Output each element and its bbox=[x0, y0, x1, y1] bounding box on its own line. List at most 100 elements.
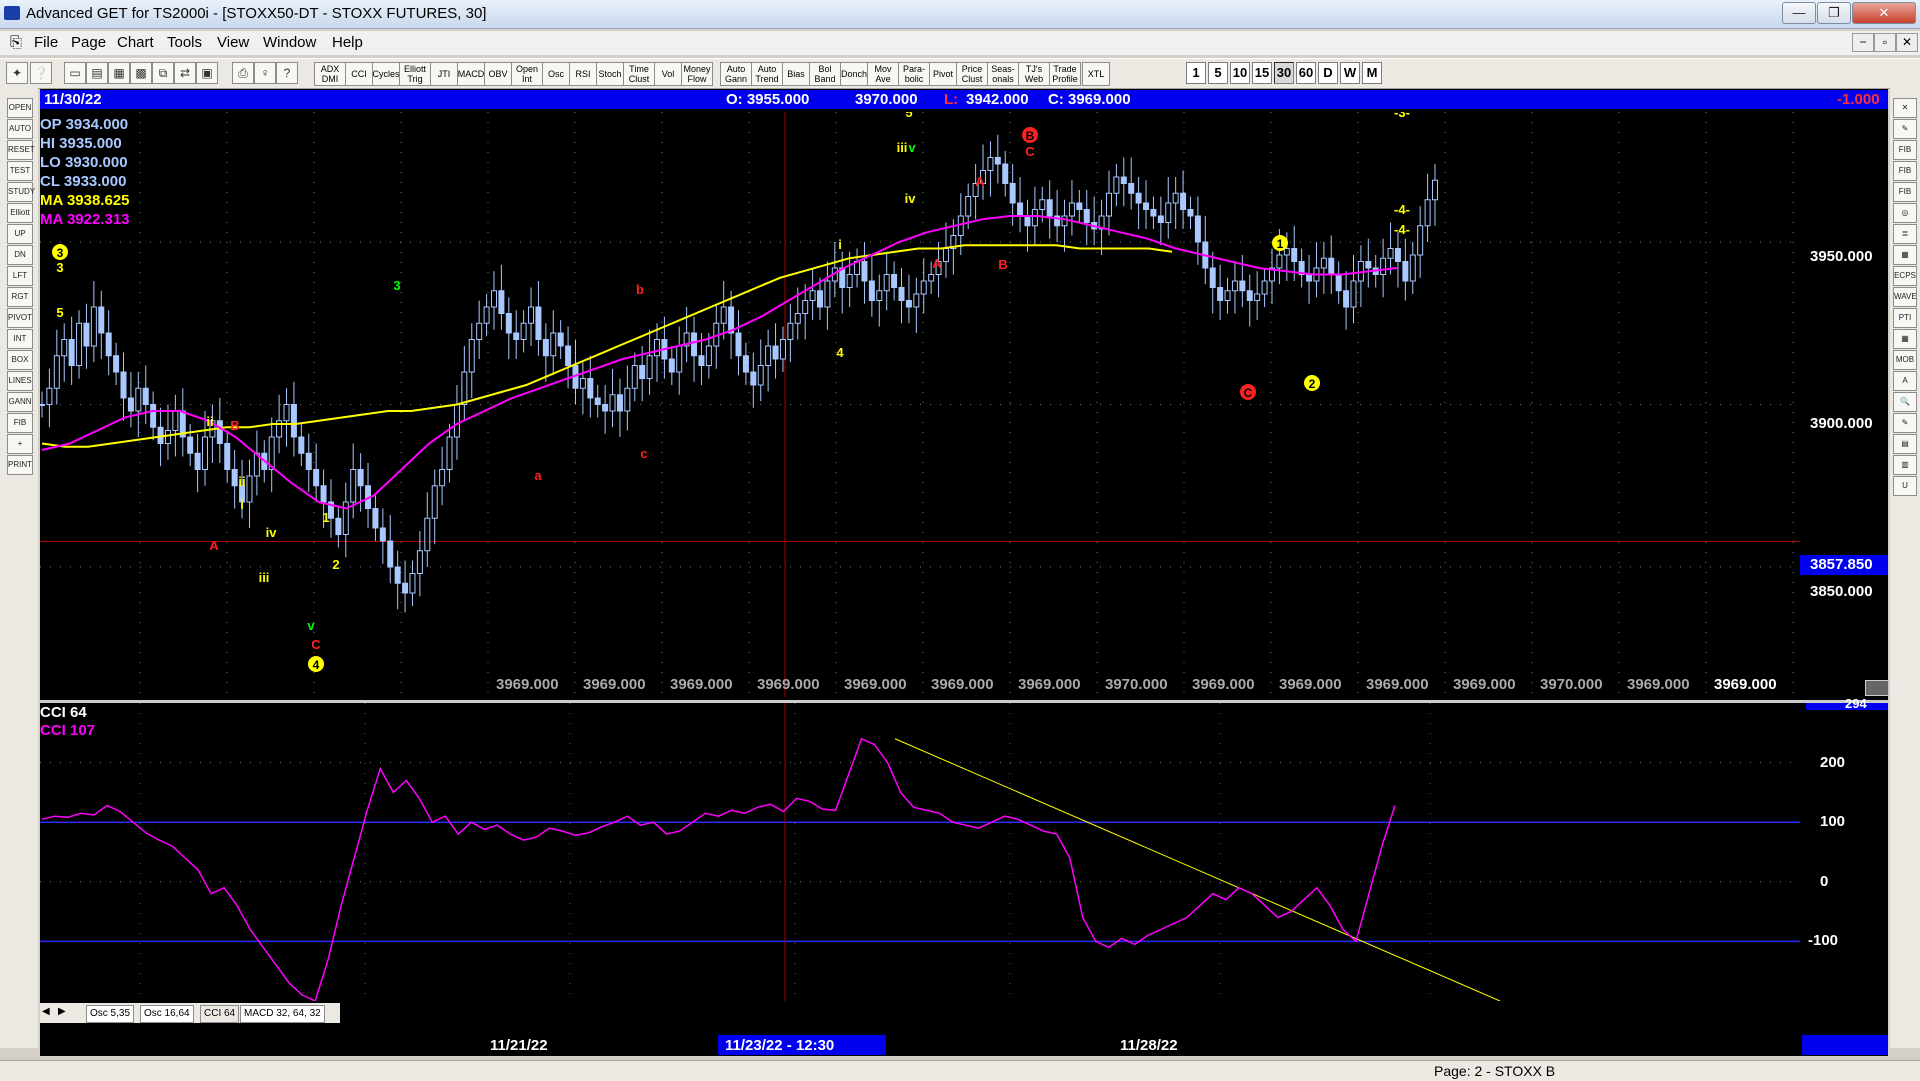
timeframe-w[interactable]: W bbox=[1340, 62, 1360, 84]
study-button-tj-s-web[interactable]: TJ's Web bbox=[1018, 62, 1050, 86]
study-button-auto-gann[interactable]: Auto Gann bbox=[720, 62, 752, 86]
tab-osc-5-35[interactable]: Osc 5,35 bbox=[86, 1005, 135, 1023]
menu-view[interactable]: View bbox=[217, 34, 249, 51]
right-tool-12-icon[interactable]: MOB bbox=[1893, 350, 1917, 370]
right-tool-8-icon[interactable]: ECPS bbox=[1893, 266, 1917, 286]
right-tool-10-icon[interactable]: PTI bbox=[1893, 308, 1917, 328]
study-button-obv[interactable]: OBV bbox=[484, 62, 512, 86]
new-icon[interactable]: ▭ bbox=[64, 62, 86, 84]
left-tool-elliott-icon[interactable]: Elliott bbox=[7, 203, 33, 223]
tip-icon[interactable]: ♀ bbox=[254, 62, 276, 84]
timeframe-10[interactable]: 10 bbox=[1230, 62, 1250, 84]
restore-button[interactable]: ❐ bbox=[1817, 2, 1851, 24]
right-tool-13-icon[interactable]: A bbox=[1893, 371, 1917, 391]
left-tool-fib-icon[interactable]: FIB bbox=[7, 413, 33, 433]
print-icon[interactable]: ⎙ bbox=[232, 62, 254, 84]
study-button-trade-profile[interactable]: Trade Profile bbox=[1049, 62, 1081, 86]
open-icon[interactable]: ▤ bbox=[86, 62, 108, 84]
study-button-auto-trend[interactable]: Auto Trend bbox=[751, 62, 783, 86]
document-icon[interactable]: ⎘ bbox=[10, 34, 24, 51]
study-button-cci[interactable]: CCI bbox=[345, 62, 373, 86]
right-tool-18-icon[interactable]: U bbox=[1893, 476, 1917, 496]
study-button-vol[interactable]: Vol bbox=[654, 62, 682, 86]
menu-page[interactable]: Page bbox=[71, 34, 106, 51]
menu-window[interactable]: Window bbox=[263, 34, 316, 51]
grid-icon[interactable]: ▦ bbox=[108, 62, 130, 84]
study-button-bol-band[interactable]: Bol Band bbox=[809, 62, 841, 86]
right-tool-11-icon[interactable]: ▦ bbox=[1893, 329, 1917, 349]
right-tool-9-icon[interactable]: WAVE bbox=[1893, 287, 1917, 307]
study-button-adx-dmi[interactable]: ADX DMI bbox=[314, 62, 346, 86]
left-tool-gann-icon[interactable]: GANN bbox=[7, 392, 33, 412]
left-tool-lft-icon[interactable]: LFT bbox=[7, 266, 33, 286]
right-tool-15-icon[interactable]: ✎ bbox=[1893, 413, 1917, 433]
menu-tools[interactable]: Tools bbox=[167, 34, 202, 51]
right-tool-5-icon[interactable]: ◎ bbox=[1893, 203, 1917, 223]
link-icon[interactable]: ⇄ bbox=[174, 62, 196, 84]
cci-chart[interactable] bbox=[40, 703, 1800, 1001]
study-button-seas-onals[interactable]: Seas-onals bbox=[987, 62, 1019, 86]
study-button-cycles[interactable]: Cycles bbox=[372, 62, 400, 86]
left-tool-reset-icon[interactable]: RESET bbox=[7, 140, 35, 160]
layout-icon[interactable]: ▣ bbox=[196, 62, 218, 84]
left-tool-auto-icon[interactable]: AUTO bbox=[7, 119, 33, 139]
right-tool-0-icon[interactable]: ✕ bbox=[1893, 98, 1917, 118]
study-button-bias[interactable]: Bias bbox=[782, 62, 810, 86]
left-tool-lines-icon[interactable]: LINES bbox=[7, 371, 33, 391]
timeframe-d[interactable]: D bbox=[1318, 62, 1338, 84]
timeframe-30[interactable]: 30 bbox=[1274, 62, 1294, 84]
right-tool-16-icon[interactable]: ▤ bbox=[1893, 434, 1917, 454]
study-button-money-flow[interactable]: Money Flow bbox=[681, 62, 713, 86]
study-button-macd[interactable]: MACD bbox=[457, 62, 485, 86]
left-tool---icon[interactable]: + bbox=[7, 434, 33, 454]
timeframe-m[interactable]: M bbox=[1362, 62, 1382, 84]
right-tool-3-icon[interactable]: FIB EXT bbox=[1893, 161, 1917, 193]
study-button-time-clust[interactable]: Time Clust bbox=[623, 62, 655, 86]
left-tool-int-icon[interactable]: INT bbox=[7, 329, 33, 349]
study-button-price-clust[interactable]: Price Clust bbox=[956, 62, 988, 86]
left-tool-study-icon[interactable]: STUDY bbox=[7, 182, 35, 202]
pointer-icon[interactable]: ✦ bbox=[6, 62, 28, 84]
copy-icon[interactable]: ⧉ bbox=[152, 62, 174, 84]
study-button-xtl[interactable]: XTL bbox=[1082, 62, 1110, 86]
left-tool-open-icon[interactable]: OPEN bbox=[7, 98, 33, 118]
left-tool-dn-icon[interactable]: DN bbox=[7, 245, 33, 265]
study-button-elliott-trig[interactable]: Elliott Trig bbox=[399, 62, 431, 86]
context-help-icon[interactable]: ? bbox=[276, 62, 298, 84]
tab-scroll-right-icon[interactable]: ▶ bbox=[58, 1006, 66, 1017]
right-tool-7-icon[interactable]: ▦ bbox=[1893, 245, 1917, 265]
tab-scroll-left-icon[interactable]: ◀ bbox=[42, 1006, 50, 1017]
left-tool-box-icon[interactable]: BOX bbox=[7, 350, 33, 370]
study-button-open-int[interactable]: Open Int bbox=[511, 62, 543, 86]
price-chart[interactable]: 5 -3-BC3iii vAiv-4--4-35iA B13 bii4C2BiiciaA… bbox=[40, 112, 1800, 697]
study-button-mov-ave[interactable]: Mov Ave bbox=[867, 62, 899, 86]
study-button-osc[interactable]: Osc bbox=[542, 62, 570, 86]
tab-macd[interactable]: MACD 32, 64, 32 bbox=[240, 1005, 325, 1023]
tab-osc-16-64[interactable]: Osc 16,64 bbox=[140, 1005, 194, 1023]
minimize-button[interactable]: — bbox=[1782, 2, 1816, 24]
menu-file[interactable]: File bbox=[34, 34, 58, 51]
menu-chart[interactable]: Chart bbox=[117, 34, 154, 51]
left-tool-print-icon[interactable]: PRINT bbox=[7, 455, 33, 475]
study-button-stoch[interactable]: Stoch bbox=[596, 62, 624, 86]
mdi-close-button[interactable]: ✕ bbox=[1896, 33, 1918, 52]
timeframe-15[interactable]: 15 bbox=[1252, 62, 1272, 84]
mdi-minimize-button[interactable]: − bbox=[1852, 33, 1874, 52]
study-button-rsi[interactable]: RSI bbox=[569, 62, 597, 86]
right-tool-1-icon[interactable]: ✎ bbox=[1893, 119, 1917, 139]
study-button-para-bolic[interactable]: Para-bolic bbox=[898, 62, 930, 86]
timeframe-5[interactable]: 5 bbox=[1208, 62, 1228, 84]
left-tool-up-icon[interactable]: UP bbox=[7, 224, 33, 244]
grid2-icon[interactable]: ▩ bbox=[130, 62, 152, 84]
help-icon[interactable]: ❔ bbox=[30, 62, 52, 84]
tab-cci-64[interactable]: CCI 64 bbox=[200, 1005, 240, 1023]
mdi-restore-button[interactable]: ▫ bbox=[1874, 33, 1896, 52]
right-tool-2-icon[interactable]: FIB RET bbox=[1893, 140, 1917, 172]
timeframe-60[interactable]: 60 bbox=[1296, 62, 1316, 84]
study-button-jti[interactable]: JTI bbox=[430, 62, 458, 86]
close-button[interactable]: ✕ bbox=[1852, 2, 1916, 24]
right-tool-6-icon[interactable]: ≣ bbox=[1893, 224, 1917, 244]
left-tool-test-icon[interactable]: TEST bbox=[7, 161, 33, 181]
right-tool-4-icon[interactable]: FIB TIME bbox=[1893, 182, 1917, 214]
timeframe-1[interactable]: 1 bbox=[1186, 62, 1206, 84]
